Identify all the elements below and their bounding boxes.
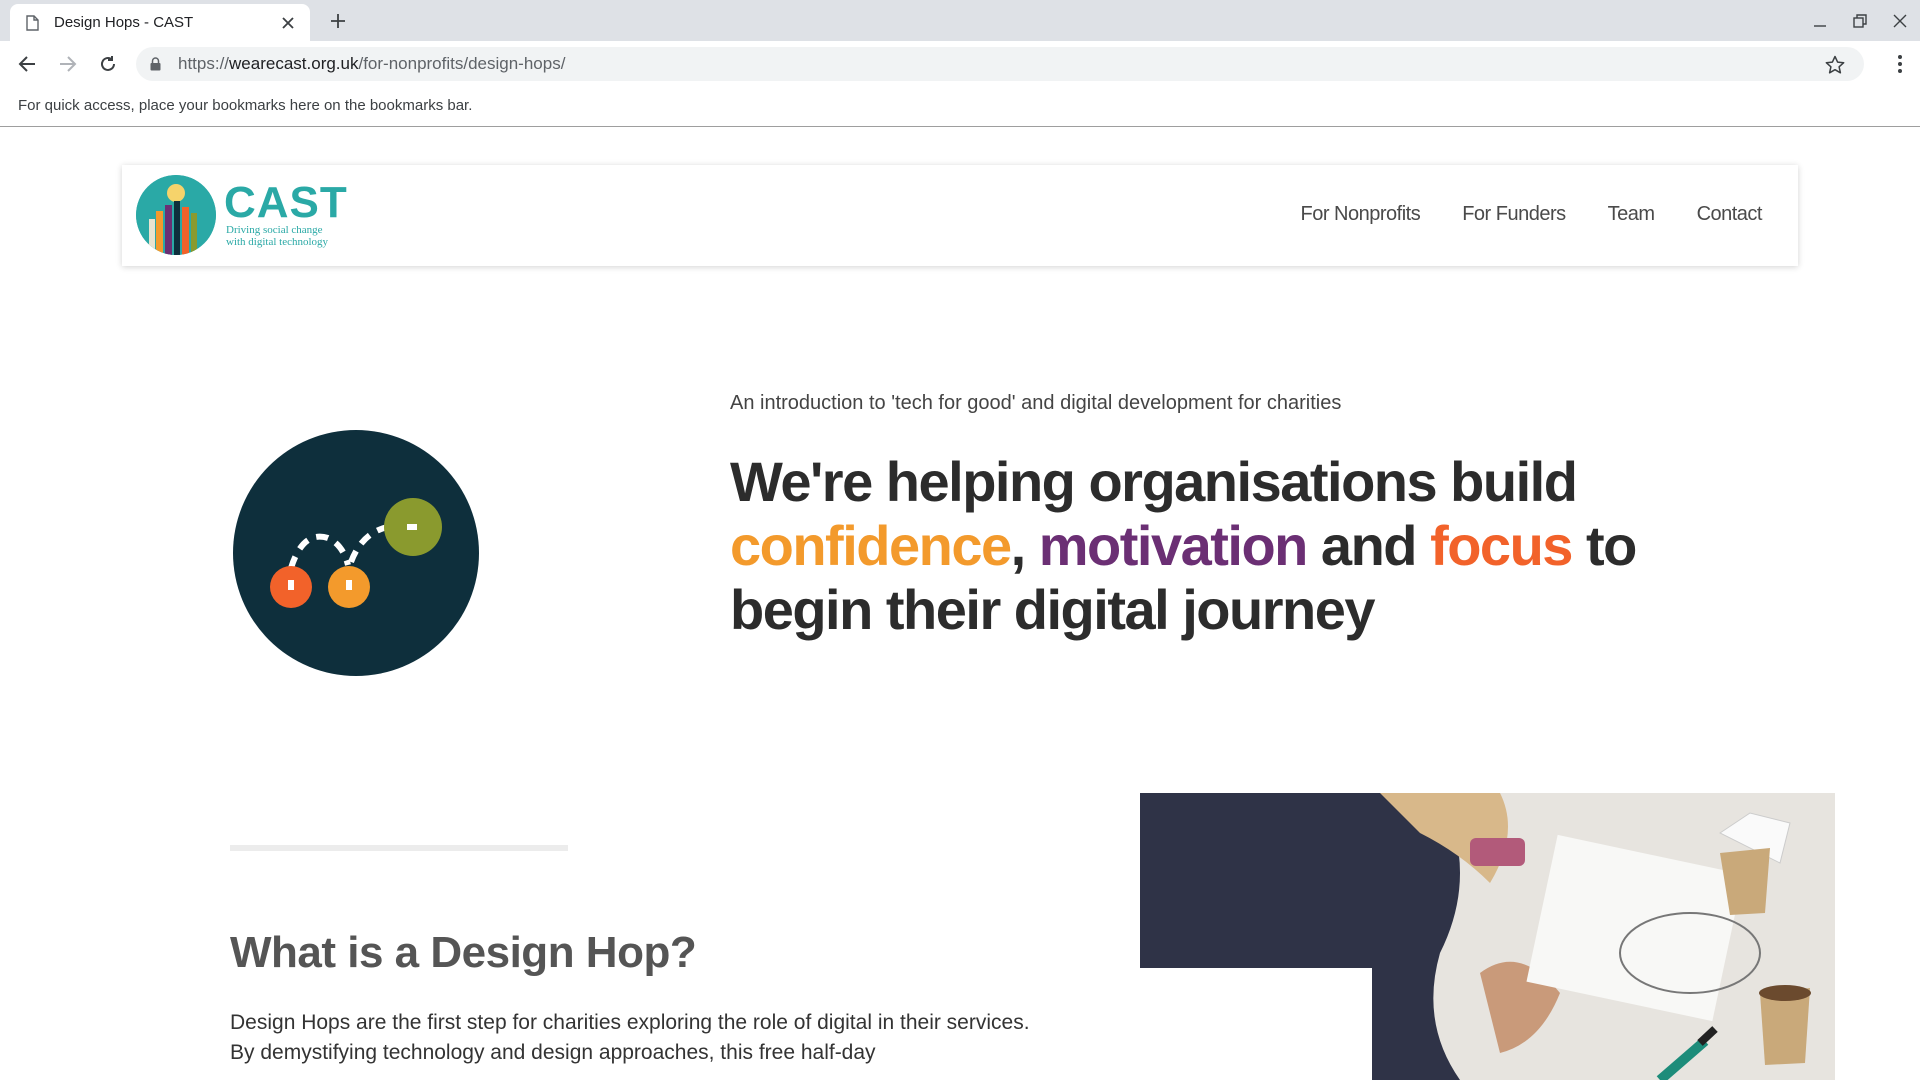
journey-illustration [233, 430, 479, 676]
document-icon [26, 14, 40, 31]
heading-comma: , [1010, 514, 1039, 577]
close-icon[interactable] [278, 13, 298, 33]
hero-kicker: An introduction to 'tech for good' and d… [730, 392, 1342, 414]
tab-title: Design Hops - CAST [54, 14, 194, 31]
word-motivation: motivation [1038, 514, 1309, 577]
more-vert-icon[interactable] [1888, 49, 1912, 79]
forward-arrow-icon[interactable] [53, 49, 83, 79]
section-body: Design Hops are the first step for chari… [230, 1011, 1030, 1064]
url-text: https://wearecast.org.uk/for-nonprofits/… [178, 54, 565, 74]
close-window-icon[interactable] [1880, 0, 1920, 41]
back-arrow-icon[interactable] [12, 49, 42, 79]
url-scheme: https:// [178, 54, 230, 73]
bookmarks-hint: For quick access, place your bookmarks h… [18, 97, 473, 114]
web-page: CAST Driving social change with digital … [0, 128, 1920, 1080]
brand-name: CAST [224, 178, 348, 227]
nav-for-funders[interactable]: For Funders [1462, 203, 1566, 226]
main-nav: For Nonprofits For Funders Team Contact [1301, 203, 1763, 226]
window-controls [1800, 0, 1920, 41]
nav-team[interactable]: Team [1608, 203, 1655, 226]
site-header: CAST Driving social change with digital … [122, 165, 1798, 266]
section-divider [230, 845, 568, 851]
nav-for-nonprofits[interactable]: For Nonprofits [1301, 203, 1421, 226]
url-host: wearecast.org.uk [229, 54, 359, 73]
hero-heading: We're helping organisations build confid… [730, 450, 1690, 642]
section-title: What is a Design Hop? [230, 928, 697, 977]
bookmarks-bar: For quick access, place your bookmarks h… [0, 87, 1920, 127]
plus-icon[interactable] [326, 9, 350, 33]
reload-icon[interactable] [93, 49, 123, 79]
browser-toolbar: https://wearecast.org.uk/for-nonprofits/… [0, 41, 1920, 87]
tagline-line-2: with digital technology [226, 236, 329, 248]
photo-cutout [1140, 968, 1372, 1080]
restore-icon[interactable] [1840, 0, 1880, 41]
word-confidence: confidence [730, 514, 1012, 577]
lock-icon [150, 57, 162, 71]
url-path: /for-nonprofits/design-hops/ [358, 54, 566, 73]
heading-text-1: We're helping organisations build [730, 450, 1578, 513]
workshop-photo [1140, 793, 1835, 1080]
star-icon[interactable] [1824, 54, 1846, 76]
address-bar[interactable]: https://wearecast.org.uk/for-nonprofits/… [136, 47, 1864, 81]
heading-and: and [1306, 514, 1431, 577]
browser-tab-bar: Design Hops - CAST [0, 0, 1920, 41]
browser-tab[interactable]: Design Hops - CAST [10, 4, 310, 41]
minimize-icon[interactable] [1800, 0, 1840, 41]
word-focus: focus [1430, 514, 1573, 577]
nav-contact[interactable]: Contact [1697, 203, 1763, 226]
cast-logo[interactable]: CAST Driving social change with digital … [136, 175, 348, 255]
logo-text: CAST Driving social change with digital … [224, 178, 348, 249]
logo-badge-icon [136, 175, 216, 255]
